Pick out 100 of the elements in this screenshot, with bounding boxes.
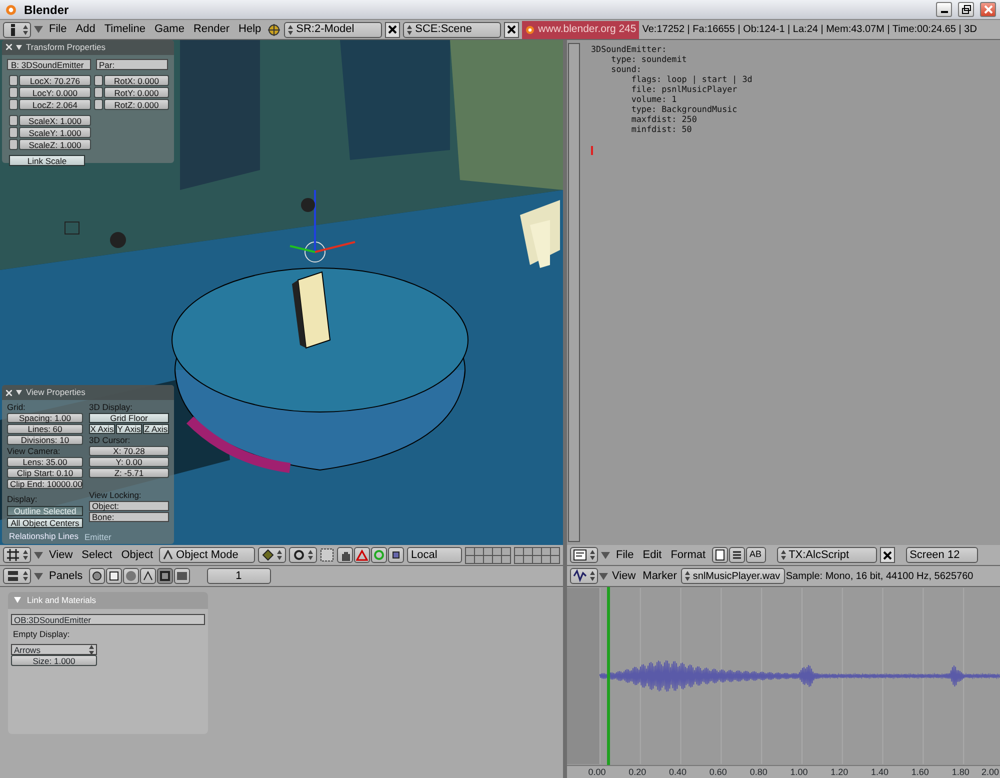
lock-toggle[interactable] bbox=[9, 138, 18, 150]
frame-number-field[interactable]: 1 bbox=[206, 568, 271, 584]
number-field[interactable]: Lines: 60 bbox=[7, 424, 83, 434]
axis-toggle-button[interactable]: X Axis bbox=[89, 424, 115, 434]
number-field[interactable]: LocZ: 2.064 bbox=[19, 98, 91, 110]
menu-item[interactable]: Render bbox=[190, 21, 233, 38]
number-field[interactable]: Divisions: 10 bbox=[7, 435, 83, 445]
number-field[interactable]: RotZ: 0.000 bbox=[104, 98, 169, 110]
object-name-field[interactable]: B: 3DSoundEmitter bbox=[7, 58, 91, 70]
empty-display-dropdown[interactable]: Arrows bbox=[11, 644, 97, 654]
number-field[interactable]: Lens: 35.00 bbox=[7, 457, 83, 467]
word-wrap-toggle[interactable] bbox=[728, 547, 745, 563]
number-field[interactable]: LocX: 70.276 bbox=[19, 74, 91, 86]
close-icon[interactable] bbox=[6, 390, 12, 396]
close-button[interactable] bbox=[880, 547, 895, 563]
screen-select-field[interactable]: SR:2-Model bbox=[284, 22, 382, 38]
menu-item[interactable]: File bbox=[46, 21, 70, 38]
collapse-icon[interactable] bbox=[14, 597, 21, 604]
lock-toggle[interactable] bbox=[94, 86, 103, 98]
lock-toggle[interactable] bbox=[9, 86, 18, 98]
lock-field[interactable]: Object: bbox=[89, 501, 169, 511]
number-field[interactable]: Spacing: 1.00 bbox=[7, 413, 83, 423]
grid-floor-button[interactable]: Grid Floor bbox=[89, 413, 169, 423]
menu-item[interactable]: Format bbox=[668, 546, 709, 564]
menu-item[interactable]: Object bbox=[118, 546, 156, 564]
editor-type-button[interactable] bbox=[570, 568, 598, 584]
number-field[interactable]: ScaleY: 1.000 bbox=[19, 126, 91, 138]
axis-toggle-button[interactable]: Y Axis bbox=[116, 424, 142, 434]
context-button[interactable] bbox=[88, 568, 105, 584]
font-size-dropdown[interactable]: Screen 12 bbox=[906, 547, 978, 563]
collapse-icon[interactable] bbox=[16, 390, 22, 396]
manipulator-button[interactable] bbox=[388, 547, 404, 563]
manipulator-button[interactable] bbox=[337, 547, 354, 563]
editor-type-button[interactable] bbox=[3, 568, 31, 584]
close-icon[interactable] bbox=[6, 44, 12, 50]
syntax-highlight-toggle[interactable]: AB bbox=[746, 547, 766, 563]
sound-select-field[interactable]: snlMusicPlayer.wav bbox=[680, 568, 785, 584]
layer-buttons[interactable] bbox=[465, 546, 511, 564]
context-button[interactable] bbox=[106, 568, 122, 584]
menu-item[interactable]: View bbox=[46, 546, 76, 564]
lock-toggle[interactable] bbox=[9, 74, 18, 86]
parent-field[interactable]: Par: bbox=[96, 58, 168, 70]
website-link[interactable]: www.blender.org 245 bbox=[522, 20, 640, 38]
context-button[interactable] bbox=[140, 568, 156, 584]
number-field[interactable]: Size: 1.000 bbox=[11, 654, 97, 666]
menu-item[interactable]: File bbox=[613, 546, 637, 564]
number-field[interactable]: LocY: 0.000 bbox=[19, 86, 91, 98]
menu-item[interactable]: Panels bbox=[46, 568, 86, 584]
editor-type-button[interactable] bbox=[3, 22, 31, 38]
lock-toggle[interactable] bbox=[94, 74, 103, 86]
manipulator-button[interactable] bbox=[371, 547, 388, 563]
number-field[interactable]: Clip Start: 0.10 bbox=[7, 468, 83, 478]
menu-item[interactable]: Select bbox=[78, 546, 116, 564]
editor-type-button[interactable] bbox=[3, 547, 31, 563]
menu-item[interactable]: Game bbox=[151, 21, 188, 38]
manipulator-button[interactable] bbox=[354, 547, 370, 563]
line-numbers-toggle[interactable] bbox=[712, 547, 728, 563]
menu-item[interactable]: View bbox=[609, 568, 639, 584]
number-field[interactable]: RotY: 0.000 bbox=[104, 86, 169, 98]
number-field[interactable]: Y: 0.00 bbox=[89, 457, 169, 467]
context-button[interactable] bbox=[156, 568, 173, 584]
number-field[interactable]: X: 70.28 bbox=[89, 446, 169, 456]
vertex-snap-icon[interactable] bbox=[320, 548, 334, 562]
text-select-field[interactable]: TX:AlcScript bbox=[776, 547, 877, 563]
orientation-dropdown[interactable]: Local bbox=[407, 547, 462, 563]
caret-icon[interactable] bbox=[34, 572, 43, 580]
lock-toggle[interactable] bbox=[9, 126, 18, 138]
number-field[interactable]: ScaleX: 1.000 bbox=[19, 114, 91, 126]
pivot-dropdown[interactable] bbox=[289, 547, 318, 563]
axis-toggle-button[interactable]: Z Axis bbox=[143, 424, 169, 434]
collapse-icon[interactable] bbox=[16, 44, 22, 50]
lock-toggle[interactable] bbox=[94, 98, 103, 110]
caret-icon[interactable] bbox=[34, 552, 43, 558]
restore-button[interactable] bbox=[958, 2, 974, 17]
caret-icon[interactable] bbox=[601, 552, 610, 558]
close-button[interactable] bbox=[504, 22, 520, 38]
number-field[interactable]: RotX: 0.000 bbox=[104, 74, 169, 86]
caret-icon[interactable] bbox=[34, 26, 43, 33]
layer-buttons[interactable] bbox=[514, 546, 560, 564]
draw-type-dropdown[interactable] bbox=[258, 547, 286, 563]
toggle-button[interactable]: All Object Centers bbox=[7, 518, 83, 528]
number-field[interactable]: ScaleZ: 1.000 bbox=[19, 138, 91, 150]
scrollbar[interactable] bbox=[568, 43, 580, 542]
close-button[interactable] bbox=[385, 22, 400, 38]
menu-item[interactable]: Marker bbox=[640, 568, 680, 584]
lock-toggle[interactable] bbox=[9, 98, 18, 110]
lock-toggle[interactable] bbox=[9, 114, 18, 126]
caret-icon[interactable] bbox=[599, 572, 608, 580]
scene-select-field[interactable]: SCE:Scene bbox=[403, 22, 502, 38]
number-field[interactable]: Z: -5.71 bbox=[89, 468, 169, 478]
editor-type-button[interactable] bbox=[570, 547, 598, 563]
number-field[interactable]: Clip End: 10000.00 bbox=[7, 479, 83, 489]
minimize-button[interactable] bbox=[936, 2, 952, 17]
toggle-button[interactable]: Relationship Lines bbox=[7, 531, 80, 542]
lock-field[interactable]: Bone: bbox=[89, 512, 169, 522]
menu-item[interactable]: Edit bbox=[640, 546, 665, 564]
menu-item[interactable]: Timeline bbox=[101, 21, 148, 38]
link-scale-button[interactable]: Link Scale bbox=[9, 154, 85, 166]
mode-dropdown[interactable]: Object Mode bbox=[159, 547, 256, 563]
menu-item[interactable]: Help bbox=[236, 21, 264, 38]
